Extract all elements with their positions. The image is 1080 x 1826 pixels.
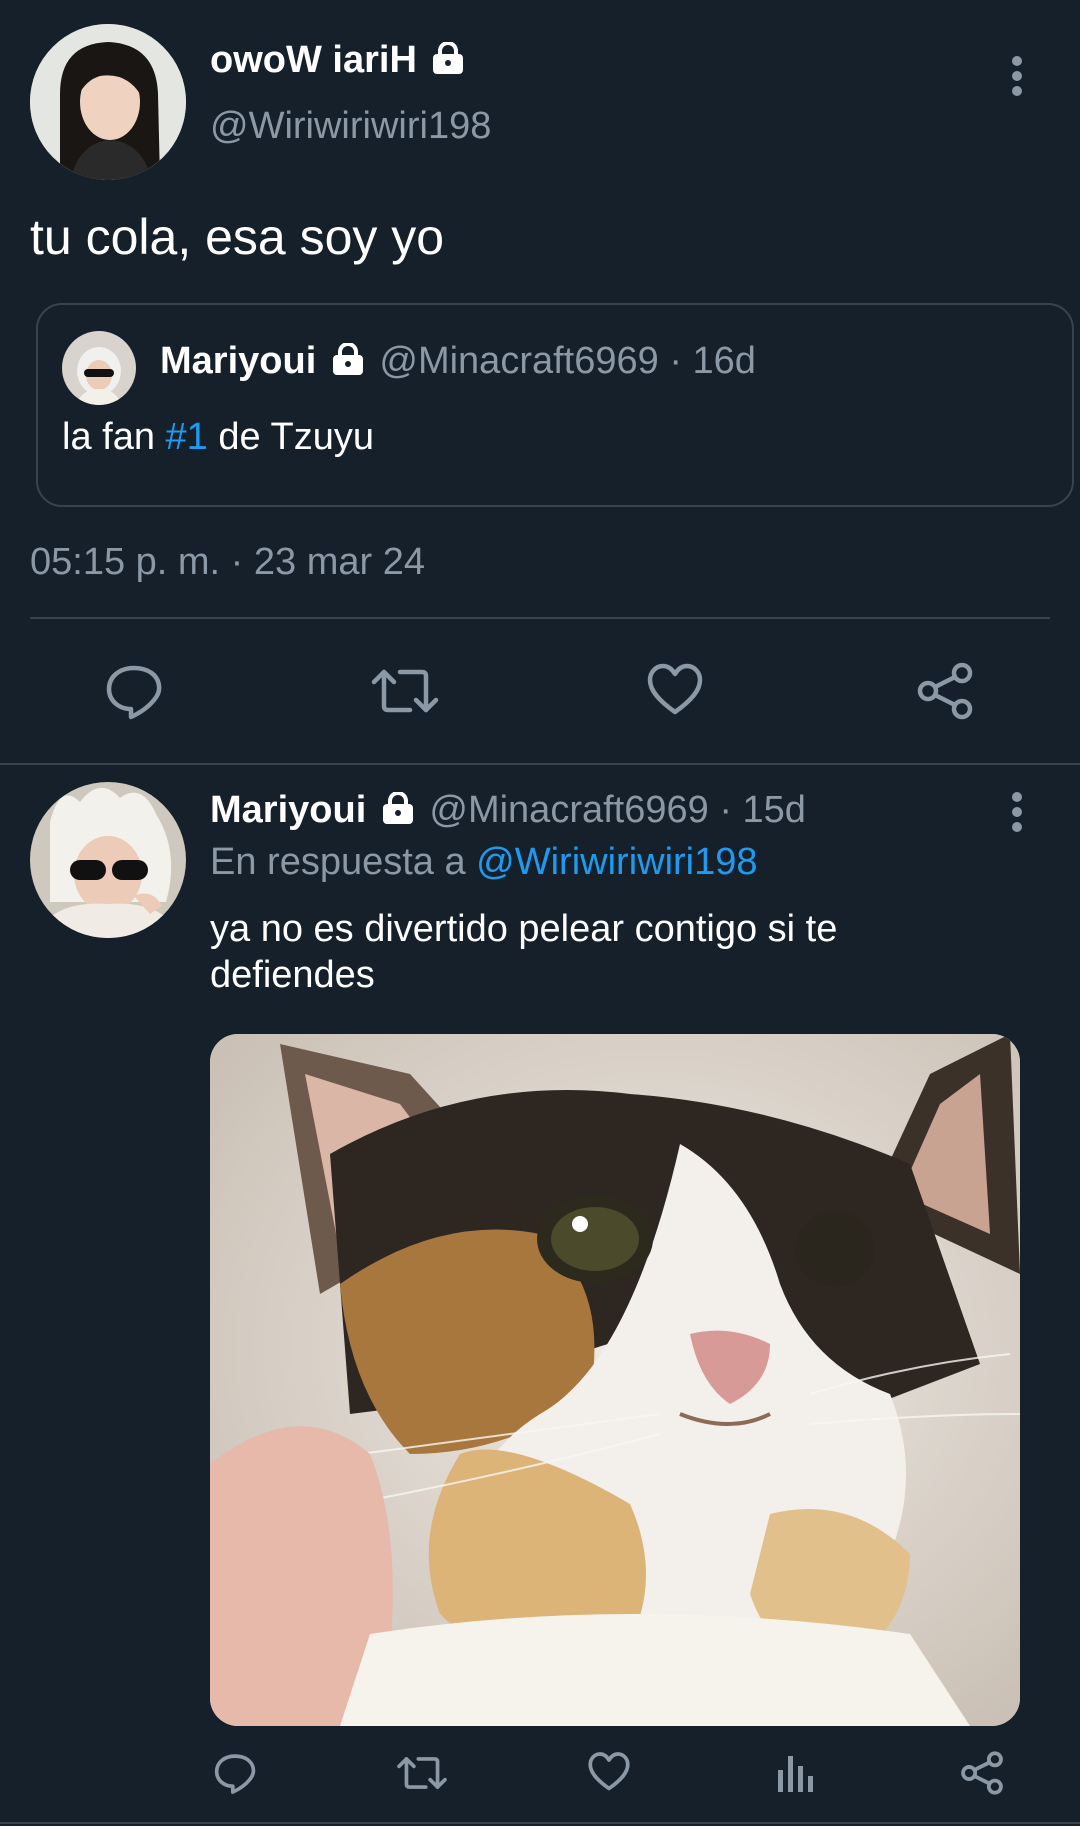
share-icon[interactable] [960,1751,1004,1795]
hashtag-link[interactable]: #1 [166,416,208,458]
author-name-text: owoW iariH [210,39,417,81]
reply-author-avatar[interactable] [30,782,186,938]
quoted-text-after: de Tzuyu [207,416,374,458]
quoted-avatar [62,331,136,405]
quoted-handle: @Minacraft6969 [379,340,659,382]
reply-icon[interactable] [104,662,164,720]
reply-handle[interactable]: @Minacraft6969 [429,789,708,831]
replying-to: En respuesta a @Wiriwiriwiri198 [210,840,758,884]
retweet-icon[interactable] [370,664,440,718]
divider [0,1822,1080,1824]
retweet-icon[interactable] [396,1753,448,1793]
lock-icon [331,343,365,375]
tweet-timestamp[interactable]: 05:15 p. m. · 23 mar 24 [30,540,425,584]
tweet-text: tu cola, esa soy yo [30,209,445,265]
replying-to-prefix: En respuesta a [210,841,477,883]
lock-icon [381,792,415,824]
quoted-display-name: Mariyoui [160,340,317,382]
reply-age[interactable]: · 15d [719,789,806,831]
quoted-text-before: la fan [62,416,166,458]
reply-display-name[interactable]: Mariyoui [210,789,366,831]
divider [0,763,1080,765]
author-avatar[interactable] [30,24,186,180]
more-options-icon[interactable] [1004,790,1030,834]
quoted-tweet-card[interactable]: Mariyoui @Minacraft6969 · 16d la fan #1 … [36,303,1074,507]
like-icon[interactable] [646,662,704,718]
divider [30,617,1050,619]
share-icon[interactable] [916,662,974,720]
reply-icon[interactable] [213,1751,257,1795]
more-options-icon[interactable] [1004,54,1030,98]
quoted-age: · 16d [669,340,756,382]
lock-icon [431,42,465,74]
author-display-name[interactable]: owoW iariH [210,38,465,82]
like-icon[interactable] [587,1751,631,1793]
reply-text: ya no es divertido pelear contigo si te … [210,908,838,996]
quoted-text: la fan #1 de Tzuyu [62,415,374,459]
reply-header: Mariyoui @Minacraft6969 · 15d [210,788,806,832]
replying-to-link[interactable]: @Wiriwiriwiri198 [476,841,757,883]
author-handle[interactable]: @Wiriwiriwiri198 [210,104,491,148]
reply-media-image[interactable] [210,1034,1020,1726]
analytics-icon[interactable] [776,1752,816,1794]
